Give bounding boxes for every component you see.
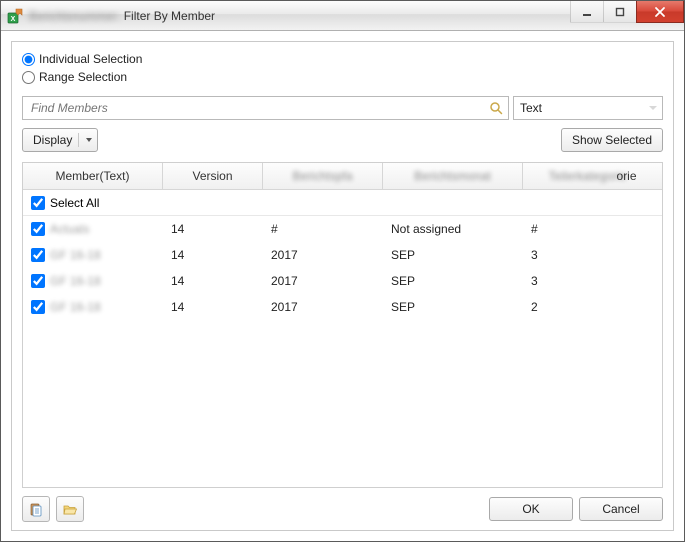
cell-col3: 2017 bbox=[263, 268, 383, 294]
app-icon: X bbox=[7, 8, 23, 24]
member-label: GF 16-18 bbox=[50, 248, 101, 262]
cancel-button[interactable]: Cancel bbox=[579, 497, 663, 521]
search-row: Text bbox=[22, 96, 663, 120]
window-title: Filter By Member bbox=[124, 9, 215, 23]
footer: OK Cancel bbox=[22, 496, 663, 522]
radio-range-selection[interactable]: Range Selection bbox=[22, 70, 663, 84]
header-col5[interactable]: Teilerkategorieorie bbox=[523, 163, 662, 189]
cell-col4: SEP bbox=[383, 242, 523, 268]
cell-col5: 3 bbox=[523, 268, 662, 294]
radio-range-input[interactable] bbox=[22, 71, 35, 84]
show-selected-button[interactable]: Show Selected bbox=[561, 128, 663, 152]
titlebar: X Berichtsnummer: Filter By Member bbox=[1, 1, 684, 31]
cell-member: GF 16-18 bbox=[23, 294, 163, 320]
open-folder-button[interactable] bbox=[56, 496, 84, 522]
table-header: Member(Text) Version Berichtspfa Bericht… bbox=[23, 163, 662, 190]
show-selected-label: Show Selected bbox=[572, 133, 652, 147]
svg-text:X: X bbox=[11, 16, 16, 23]
ok-button-label: OK bbox=[522, 502, 539, 516]
cell-col3: # bbox=[263, 216, 383, 242]
header-member[interactable]: Member(Text) bbox=[23, 163, 163, 189]
cell-col5: 3 bbox=[523, 242, 662, 268]
radio-individual-selection[interactable]: Individual Selection bbox=[22, 52, 663, 66]
row-checkbox[interactable] bbox=[31, 300, 45, 314]
radio-individual-label: Individual Selection bbox=[39, 52, 142, 66]
cell-version: 14 bbox=[163, 268, 263, 294]
chevron-down-icon bbox=[78, 133, 93, 147]
cell-col4: Not assigned bbox=[383, 216, 523, 242]
toolbar: Display Show Selected bbox=[22, 128, 663, 152]
cell-member: GF 16-18 bbox=[23, 268, 163, 294]
select-all-row[interactable]: Select All bbox=[23, 190, 662, 216]
cell-version: 14 bbox=[163, 242, 263, 268]
header-version[interactable]: Version bbox=[163, 163, 263, 189]
content-frame: Individual Selection Range Selection Tex… bbox=[11, 41, 674, 531]
header-col3[interactable]: Berichtspfa bbox=[263, 163, 383, 189]
row-checkbox[interactable] bbox=[31, 248, 45, 262]
radio-range-label: Range Selection bbox=[39, 70, 127, 84]
cell-col5: # bbox=[523, 216, 662, 242]
maximize-button[interactable] bbox=[603, 1, 637, 23]
search-type-label: Text bbox=[520, 101, 542, 115]
select-all-checkbox[interactable] bbox=[31, 196, 45, 210]
search-box[interactable] bbox=[22, 96, 509, 120]
table-row[interactable]: Actuals14#Not assigned# bbox=[23, 216, 662, 242]
paste-button[interactable] bbox=[22, 496, 50, 522]
table-row[interactable]: GF 16-18 142017SEP2 bbox=[23, 294, 662, 320]
table-row[interactable]: GF 16-18 142017SEP3 bbox=[23, 242, 662, 268]
ok-button[interactable]: OK bbox=[489, 497, 573, 521]
cell-member: GF 16-18 bbox=[23, 242, 163, 268]
member-label: Actuals bbox=[50, 222, 89, 236]
cell-member: Actuals bbox=[23, 216, 163, 242]
table-row[interactable]: GF 16-18 142017SEP3 bbox=[23, 268, 662, 294]
member-label: GF 16-18 bbox=[50, 274, 101, 288]
cell-col3: 2017 bbox=[263, 242, 383, 268]
window-title-owner: Berichtsnummer: bbox=[29, 9, 120, 23]
minimize-button[interactable] bbox=[570, 1, 604, 23]
member-label: GF 16-18 bbox=[50, 300, 101, 314]
close-button[interactable] bbox=[636, 1, 684, 23]
members-table: Member(Text) Version Berichtspfa Bericht… bbox=[22, 162, 663, 488]
header-col4[interactable]: Berichtsmonat bbox=[383, 163, 523, 189]
cell-col3: 2017 bbox=[263, 294, 383, 320]
search-type-select[interactable]: Text bbox=[513, 96, 663, 120]
cell-version: 14 bbox=[163, 294, 263, 320]
search-icon[interactable] bbox=[488, 100, 504, 116]
display-button-label: Display bbox=[33, 133, 72, 147]
display-button[interactable]: Display bbox=[22, 128, 98, 152]
table-body: Select All Actuals14#Not assigned#GF 16-… bbox=[23, 190, 662, 487]
select-all-label: Select All bbox=[50, 196, 99, 210]
row-checkbox[interactable] bbox=[31, 222, 45, 236]
cell-col5: 2 bbox=[523, 294, 662, 320]
cell-col4: SEP bbox=[383, 268, 523, 294]
radio-individual-input[interactable] bbox=[22, 53, 35, 66]
row-checkbox[interactable] bbox=[31, 274, 45, 288]
window-controls bbox=[571, 1, 684, 30]
cell-col4: SEP bbox=[383, 294, 523, 320]
search-input[interactable] bbox=[29, 100, 488, 116]
cell-version: 14 bbox=[163, 216, 263, 242]
cancel-button-label: Cancel bbox=[602, 502, 639, 516]
